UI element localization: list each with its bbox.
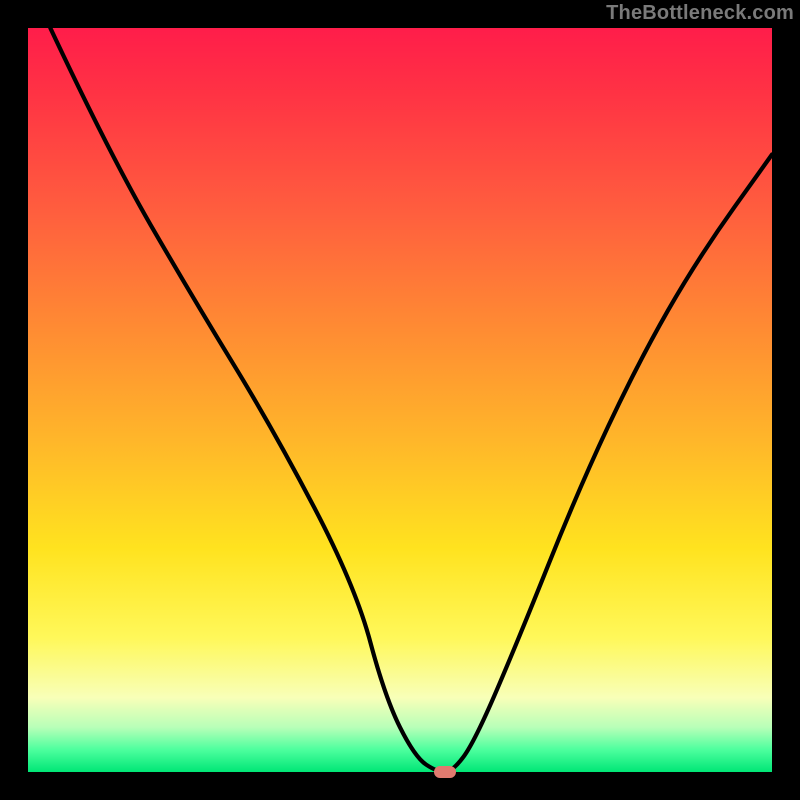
curve-svg bbox=[28, 28, 772, 772]
minimum-marker bbox=[434, 766, 456, 778]
chart-frame: TheBottleneck.com bbox=[0, 0, 800, 800]
bottleneck-curve-path bbox=[50, 28, 772, 772]
plot-area bbox=[28, 28, 772, 772]
attribution-text: TheBottleneck.com bbox=[606, 2, 794, 25]
